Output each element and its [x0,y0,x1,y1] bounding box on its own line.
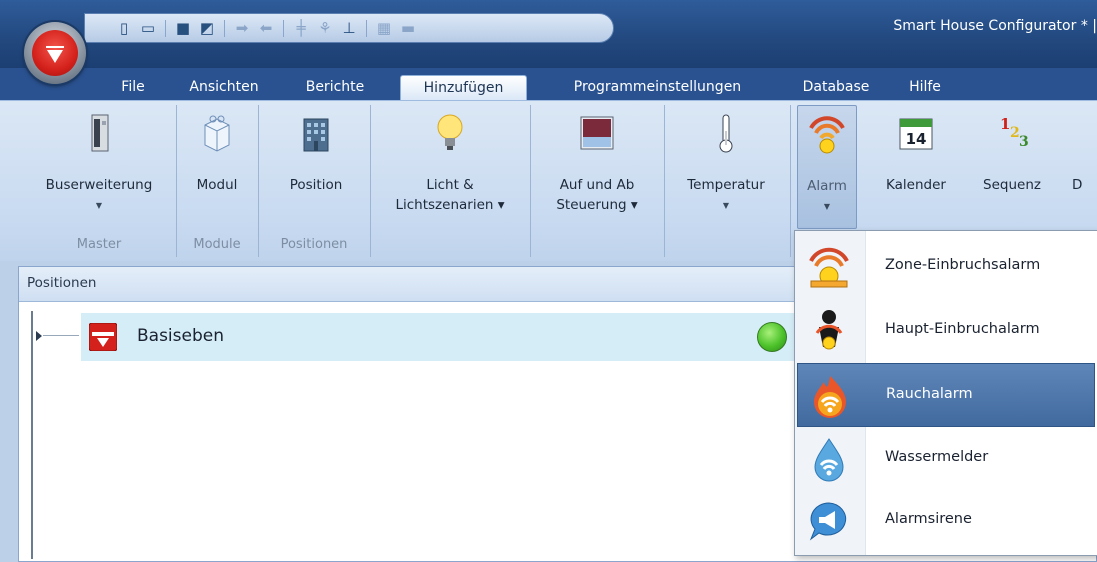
truncated-button[interactable]: D [1072,105,1097,229]
pane-title: Positionen [27,275,97,291]
group-label-master: Master [76,237,122,252]
window-title: Smart House Configurator * | [893,18,1097,34]
zone-intrusion-alarm-icon [809,247,849,288]
menu-item-label: Haupt-Einbruchalarm [885,321,1040,337]
water-detector-icon [814,438,844,482]
monitor-icon[interactable]: ▬ [399,20,417,37]
licht-label: Licht & Lichtszenarien ▾ [395,177,505,213]
alarm-icon [809,116,845,154]
save-icon[interactable]: ■ [174,20,192,37]
color-icon[interactable]: ▦ [375,20,393,37]
tree-node-basiseben[interactable]: Basiseben [81,313,861,361]
group-separator [258,105,259,257]
toolbar-separator [224,20,225,37]
title-bar: ▯ ▭ ■ ◩ ➡ ⬅ ╪ ⚘ ⊥ ▦ ▬ Smart House Config… [0,0,1097,68]
group-separator [176,105,177,257]
expand-arrow-icon[interactable] [36,331,42,341]
calendar-icon: 14 [899,118,933,150]
blinds-icon [580,116,614,150]
thermometer-icon [719,114,733,153]
modul-label: Modul [196,177,238,193]
menu-item-label: Wassermelder [885,449,989,465]
menu-item-zone-einbruchsalarm[interactable]: Zone-Einbruchsalarm [797,235,1095,299]
brand-logo-icon [89,323,117,351]
light-bulb-icon [437,114,463,150]
auf-und-ab-button[interactable]: Auf und Ab Steuerung ▾ [538,105,656,229]
tab-programmeinstellungen[interactable]: Programmeinstellungen [545,75,770,100]
edit-icon[interactable]: ◩ [198,20,216,37]
alarm-siren-icon [809,502,847,541]
buserweiterung-label: Buserweiterung [45,177,153,193]
position-label: Position [289,177,343,193]
alarm-button[interactable]: Alarm ▼ [797,105,857,229]
menu-item-rauchalarm[interactable]: Rauchalarm [797,363,1095,427]
menu-item-wassermelder[interactable]: Wassermelder [797,427,1095,491]
menu-item-label: Rauchalarm [886,386,973,402]
tab-database[interactable]: Database [788,75,884,100]
tab-ansichten[interactable]: Ansichten [176,75,272,100]
svg-text:1: 1 [1000,115,1010,133]
menu-item-label: Zone-Einbruchsalarm [885,257,1041,273]
tree-connector [43,335,79,336]
menu-item-haupt-einbruchalarm[interactable]: Haupt-Einbruchalarm [797,299,1095,363]
position-button[interactable]: Position [266,105,366,229]
menu-item-label: Alarmsirene [885,511,972,527]
ribbon-tabs: File Ansichten Berichte Hinzufügen Progr… [0,68,1097,100]
import-icon[interactable]: ➡ [233,20,251,37]
building-icon [303,118,329,152]
brand-logo-icon [47,50,63,63]
group-separator [790,105,791,257]
sequence-icon: 1 2 3 [1000,115,1029,150]
auf-und-ab-label: Auf und Ab Steuerung ▾ [556,177,638,213]
toolbar-separator [283,20,284,37]
kalender-button[interactable]: 14 Kalender [872,105,960,229]
temperatur-label: Temperatur [687,177,765,193]
sequenz-button[interactable]: 1 2 3 Sequenz [972,105,1052,229]
printer-icon[interactable]: ▭ [139,20,157,37]
alarm-label: Alarm [807,178,847,194]
sequenz-label: Sequenz [983,177,1041,193]
licht-button[interactable]: Licht & Lichtszenarien ▾ [378,105,522,229]
tab-hilfe[interactable]: Hilfe [896,75,954,100]
group-separator [370,105,371,257]
group-separator [664,105,665,257]
temperatur-button[interactable]: Temperatur ▼ [668,105,784,229]
svg-text:3: 3 [1019,134,1029,150]
chevron-down-icon: ▼ [823,202,831,211]
module-icon [204,115,230,152]
modul-button[interactable]: Modul [184,105,250,229]
chevron-down-icon: ▼ [722,201,730,210]
alarm-dropdown-menu: Zone-Einbruchsalarm Haupt-Einbruchalarm … [794,230,1097,556]
tower-icon[interactable]: ╪ [292,20,310,37]
network-icon[interactable]: ⊥ [340,20,358,37]
status-online-icon [757,322,787,352]
svg-text:14: 14 [906,130,927,148]
export-icon[interactable]: ⬅ [257,20,275,37]
group-label-module: Module [193,237,241,252]
toolbar-separator [366,20,367,37]
group-label-positionen: Positionen [280,237,348,252]
main-intrusion-alarm-icon [815,310,843,350]
tree-node-label: Basiseben [137,326,225,346]
antenna-icon[interactable]: ⚘ [316,20,334,37]
kalender-label: Kalender [886,177,946,193]
application-menu-button[interactable] [24,22,86,84]
menu-item-alarmsirene[interactable]: Alarmsirene [797,489,1095,553]
truncated-label: D [1072,177,1083,193]
bus-extension-icon [91,114,109,152]
new-document-icon[interactable]: ▯ [115,20,133,37]
quick-access-toolbar: ▯ ▭ ■ ◩ ➡ ⬅ ╪ ⚘ ⊥ ▦ ▬ [84,13,614,43]
group-separator [530,105,531,257]
chevron-down-icon: ▼ [95,201,103,210]
toolbar-separator [165,20,166,37]
buserweiterung-button[interactable]: Buserweiterung ▼ [26,105,172,229]
tab-berichte[interactable]: Berichte [290,75,380,100]
smoke-alarm-icon [814,376,846,418]
tab-file[interactable]: File [110,75,156,100]
tab-hinzufuegen[interactable]: Hinzufügen [400,75,527,100]
